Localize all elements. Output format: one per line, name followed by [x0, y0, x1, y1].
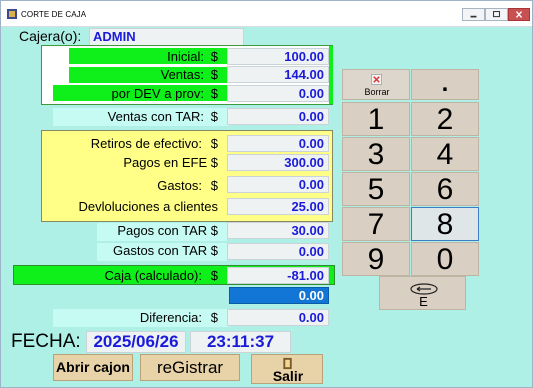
- gastos-label: Gastos:: [157, 178, 202, 193]
- pagos-tar-label: Pagos con TAR $: [117, 223, 218, 238]
- gastos-tar-field: 0.00: [227, 243, 329, 260]
- close-button[interactable]: [508, 8, 530, 21]
- salir-button[interactable]: Salir: [251, 354, 323, 384]
- retiros-label: Retiros de efectivo:: [90, 136, 202, 151]
- key-6[interactable]: 6: [411, 172, 479, 206]
- inicial-label: Inicial:: [167, 49, 204, 64]
- inicial-currency: $: [210, 49, 218, 64]
- maximize-icon: [493, 11, 500, 18]
- key-0[interactable]: 0: [411, 242, 479, 276]
- corte-de-caja-window: CORTE DE CAJA Cajera(o): ADMIN Inicial: …: [0, 0, 533, 388]
- gastos-field: 0.00: [227, 176, 329, 193]
- key-3[interactable]: 3: [342, 137, 410, 171]
- caja-field: -81.00: [227, 267, 329, 284]
- panel-right-edge: [329, 46, 333, 104]
- caja-label: Caja (calculado):: [104, 268, 202, 283]
- cajero-field: ADMIN: [89, 28, 244, 46]
- fecha-field: 2025/06/26: [86, 331, 186, 353]
- fecha-label: FECHA:: [11, 331, 81, 352]
- retiros-currency: $: [210, 136, 218, 151]
- diferencia-currency: $: [210, 310, 218, 325]
- efectivo-contado-input[interactable]: 0.00: [229, 287, 329, 304]
- diferencia-label: Diferencia:: [139, 310, 202, 325]
- dev-prov-field: 0.00: [227, 85, 329, 102]
- key-5[interactable]: 5: [342, 172, 410, 206]
- borrar-key[interactable]: Borrar: [342, 69, 410, 100]
- key-4[interactable]: 4: [411, 137, 479, 171]
- salir-label: Salir: [272, 368, 304, 384]
- dev-prov-label: por DEV a prov:: [111, 86, 205, 101]
- borrar-label: Borrar: [364, 87, 390, 97]
- caja-currency: $: [210, 268, 218, 283]
- minimize-icon: [470, 15, 477, 18]
- gastos-tar-label: Gastos con TAR $: [112, 243, 218, 258]
- pagos-efe-label: Pagos en EFE $: [123, 155, 218, 170]
- pagos-tar-field: 30.00: [227, 222, 329, 239]
- retiros-field: 0.00: [227, 135, 329, 152]
- key-7[interactable]: 7: [342, 207, 410, 241]
- app-icon: [7, 9, 17, 19]
- ventas-field: 144.00: [227, 66, 329, 83]
- ventas-currency: $: [210, 67, 218, 82]
- ventas-label: Ventas:: [160, 67, 204, 82]
- gastos-currency: $: [210, 178, 218, 193]
- ventas-tar-field: 0.00: [227, 108, 329, 125]
- enter-key[interactable]: E: [379, 276, 466, 310]
- key-2[interactable]: 2: [411, 102, 479, 136]
- key-8[interactable]: 8: [411, 207, 479, 241]
- cajero-label: Cajera(o):: [19, 28, 82, 44]
- devoluciones-label: Devloluciones a clientes: [78, 199, 218, 214]
- abrir-cajon-label: Abrir cajon: [56, 359, 130, 375]
- inicial-field: 100.00: [227, 48, 329, 65]
- delete-x-icon: [371, 74, 382, 85]
- hora-field: 23:11:37: [190, 331, 291, 353]
- abrir-cajon-button[interactable]: Abrir cajon: [53, 354, 133, 381]
- registrar-button[interactable]: reGistrar: [140, 354, 240, 381]
- pagos-efe-field: 300.00: [227, 154, 329, 171]
- ventas-tar-currency: $: [210, 109, 218, 124]
- devoluciones-field: 25.00: [227, 198, 329, 215]
- title-bar: CORTE DE CAJA: [1, 1, 532, 27]
- enter-label: E: [419, 294, 428, 309]
- minimize-button[interactable]: [462, 8, 485, 21]
- dev-prov-currency: $: [210, 86, 218, 101]
- window-title: CORTE DE CAJA: [21, 10, 87, 19]
- close-icon: [515, 11, 523, 18]
- ventas-tar-label: Ventas con TAR:: [107, 109, 204, 124]
- key-1[interactable]: 1: [342, 102, 410, 136]
- key-9[interactable]: 9: [342, 242, 410, 276]
- decimal-key[interactable]: .: [411, 69, 479, 100]
- registrar-label: reGistrar: [156, 358, 224, 377]
- diferencia-field: 0.00: [227, 309, 329, 326]
- maximize-button[interactable]: [485, 8, 508, 21]
